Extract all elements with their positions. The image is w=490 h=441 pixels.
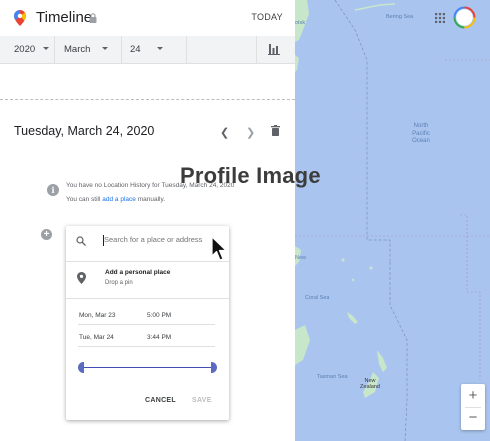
chevron-right-icon[interactable]: ❯ [246,126,255,139]
personal-place-title[interactable]: Add a personal place [105,269,170,276]
place-pin-icon[interactable] [77,272,86,284]
zoom-in-button[interactable]: + [461,386,485,406]
search-icon [76,236,86,246]
info-icon: i [47,184,59,196]
bar-chart-icon[interactable] [268,44,280,55]
timeline-header: Timeline TODAY [0,0,295,36]
map-label-north-pacific: North Pacific Ocean [412,123,430,144]
start-time[interactable]: 5:00 PM [147,312,171,319]
profile-image-overlay-text: Profile Image [180,163,321,188]
land-island [369,266,373,270]
map-label-otsk: otsk [295,20,306,26]
chevron-down-icon [156,47,163,50]
zoom-controls: + − [461,384,485,430]
divider [66,261,229,262]
time-range-slider[interactable] [81,367,215,368]
day-title: Tuesday, March 24, 2020 [14,124,155,138]
apps-grid-icon[interactable] [435,13,445,23]
chevron-left-icon[interactable]: ❮ [220,126,229,139]
personal-place-subtitle: Drop a pin [105,280,133,286]
map-label-new: New [295,255,307,261]
land-islands [295,55,299,72]
map-label-tasman-sea: Tasman Sea [317,374,348,380]
date-selector-bar: 2020 March 24 [0,36,295,64]
year-value: 2020 [14,44,36,55]
location-pin-icon [14,10,26,26]
end-time[interactable]: 3:44 PM [147,334,171,341]
year-select[interactable]: 2020 [14,44,50,55]
day-select[interactable]: 24 [130,44,163,55]
date-line [389,262,408,441]
divider [256,36,257,64]
divider [54,36,55,64]
boundary [460,214,481,380]
date-line [334,0,391,262]
divider [78,324,215,325]
timeline-divider [0,99,295,100]
place-search-input[interactable] [104,235,220,244]
chevron-down-icon [43,47,50,50]
land-australia [295,325,310,365]
land-aleutians [354,3,396,11]
land-new-caledonia [347,312,358,324]
trash-icon[interactable] [271,125,280,136]
zoom-out-button[interactable]: − [461,408,485,428]
map-label-new-zealand: New Zealand [360,378,380,390]
add-icon[interactable]: + [41,229,52,240]
divider [66,298,229,299]
add-place-hint: You can still add a place manually. [66,196,165,203]
map-view[interactable]: Bering Sea otsk North Pacific Ocean New … [295,0,490,441]
land-island [341,258,345,262]
land-island [351,278,355,282]
divider [78,346,215,347]
map-label-coral-sea: Coral Sea [305,295,330,301]
divider [186,36,187,64]
month-select[interactable]: March [64,44,109,55]
hint-suffix: manually. [137,196,166,203]
start-date[interactable]: Mon, Mar 23 [79,312,116,319]
slider-end-handle[interactable] [211,362,217,373]
cancel-button[interactable]: CANCEL [145,397,176,404]
chevron-down-icon [102,47,109,50]
map-label-bering-sea: Bering Sea [386,14,414,20]
divider [121,36,122,64]
lock-icon [89,13,97,23]
land-new-zealand-north [377,350,387,372]
profile-avatar[interactable] [453,6,476,29]
day-value: 24 [130,44,141,55]
today-button[interactable]: TODAY [251,12,283,22]
add-place-link[interactable]: add a place [102,196,136,203]
end-date[interactable]: Tue, Mar 24 [79,334,114,341]
mouse-cursor-icon [211,236,227,261]
month-value: March [64,44,91,55]
save-button[interactable]: SAVE [192,397,212,404]
slider-start-handle[interactable] [78,362,84,373]
hint-prefix: You can still [66,196,101,203]
app-title: Timeline [36,9,93,26]
add-place-dialog: Add a personal place Drop a pin Mon, Mar… [66,226,229,420]
